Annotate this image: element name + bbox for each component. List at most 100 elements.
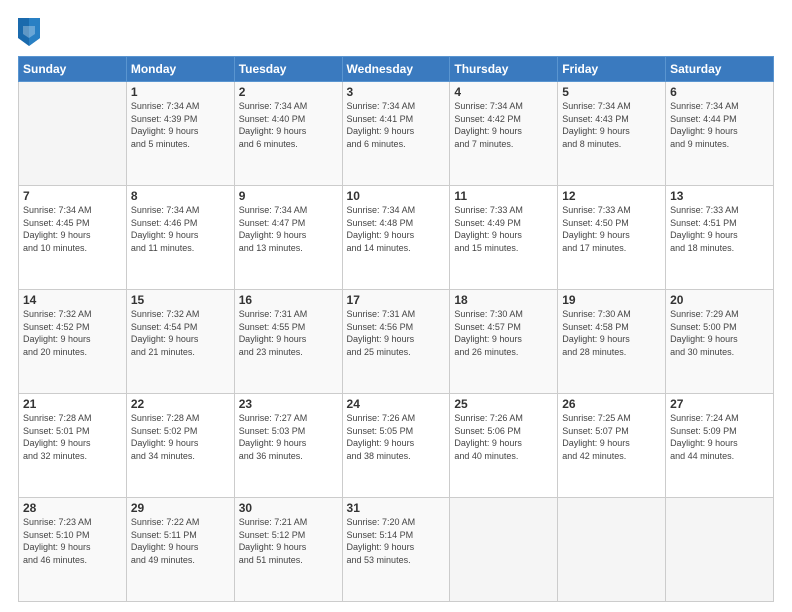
calendar-cell: 15Sunrise: 7:32 AM Sunset: 4:54 PM Dayli…: [126, 290, 234, 394]
calendar-cell: [19, 82, 127, 186]
day-info: Sunrise: 7:21 AM Sunset: 5:12 PM Dayligh…: [239, 516, 338, 566]
calendar-cell: 29Sunrise: 7:22 AM Sunset: 5:11 PM Dayli…: [126, 498, 234, 602]
day-number: 13: [670, 189, 769, 203]
page: SundayMondayTuesdayWednesdayThursdayFrid…: [0, 0, 792, 612]
day-number: 31: [347, 501, 446, 515]
day-number: 16: [239, 293, 338, 307]
calendar-cell: [558, 498, 666, 602]
day-info: Sunrise: 7:30 AM Sunset: 4:58 PM Dayligh…: [562, 308, 661, 358]
day-info: Sunrise: 7:26 AM Sunset: 5:06 PM Dayligh…: [454, 412, 553, 462]
weekday-header-wednesday: Wednesday: [342, 57, 450, 82]
day-number: 11: [454, 189, 553, 203]
calendar-cell: 23Sunrise: 7:27 AM Sunset: 5:03 PM Dayli…: [234, 394, 342, 498]
day-info: Sunrise: 7:34 AM Sunset: 4:39 PM Dayligh…: [131, 100, 230, 150]
calendar-cell: 12Sunrise: 7:33 AM Sunset: 4:50 PM Dayli…: [558, 186, 666, 290]
calendar-cell: 19Sunrise: 7:30 AM Sunset: 4:58 PM Dayli…: [558, 290, 666, 394]
day-info: Sunrise: 7:34 AM Sunset: 4:48 PM Dayligh…: [347, 204, 446, 254]
logo-icon: [18, 18, 40, 46]
day-info: Sunrise: 7:29 AM Sunset: 5:00 PM Dayligh…: [670, 308, 769, 358]
day-info: Sunrise: 7:33 AM Sunset: 4:51 PM Dayligh…: [670, 204, 769, 254]
day-number: 1: [131, 85, 230, 99]
calendar-cell: 25Sunrise: 7:26 AM Sunset: 5:06 PM Dayli…: [450, 394, 558, 498]
day-info: Sunrise: 7:32 AM Sunset: 4:54 PM Dayligh…: [131, 308, 230, 358]
calendar-cell: 7Sunrise: 7:34 AM Sunset: 4:45 PM Daylig…: [19, 186, 127, 290]
day-number: 18: [454, 293, 553, 307]
day-info: Sunrise: 7:34 AM Sunset: 4:40 PM Dayligh…: [239, 100, 338, 150]
weekday-header-friday: Friday: [558, 57, 666, 82]
calendar-cell: 4Sunrise: 7:34 AM Sunset: 4:42 PM Daylig…: [450, 82, 558, 186]
day-number: 26: [562, 397, 661, 411]
day-info: Sunrise: 7:33 AM Sunset: 4:50 PM Dayligh…: [562, 204, 661, 254]
weekday-header-tuesday: Tuesday: [234, 57, 342, 82]
day-number: 23: [239, 397, 338, 411]
day-number: 2: [239, 85, 338, 99]
day-number: 29: [131, 501, 230, 515]
day-number: 10: [347, 189, 446, 203]
calendar-cell: [450, 498, 558, 602]
calendar-cell: 6Sunrise: 7:34 AM Sunset: 4:44 PM Daylig…: [666, 82, 774, 186]
day-number: 14: [23, 293, 122, 307]
calendar-cell: 16Sunrise: 7:31 AM Sunset: 4:55 PM Dayli…: [234, 290, 342, 394]
header: [18, 18, 774, 46]
calendar-cell: 14Sunrise: 7:32 AM Sunset: 4:52 PM Dayli…: [19, 290, 127, 394]
calendar-cell: 3Sunrise: 7:34 AM Sunset: 4:41 PM Daylig…: [342, 82, 450, 186]
calendar-cell: 21Sunrise: 7:28 AM Sunset: 5:01 PM Dayli…: [19, 394, 127, 498]
calendar-table: SundayMondayTuesdayWednesdayThursdayFrid…: [18, 56, 774, 602]
calendar-cell: 10Sunrise: 7:34 AM Sunset: 4:48 PM Dayli…: [342, 186, 450, 290]
day-info: Sunrise: 7:28 AM Sunset: 5:02 PM Dayligh…: [131, 412, 230, 462]
day-info: Sunrise: 7:24 AM Sunset: 5:09 PM Dayligh…: [670, 412, 769, 462]
weekday-header-monday: Monday: [126, 57, 234, 82]
day-number: 8: [131, 189, 230, 203]
calendar-body: 1Sunrise: 7:34 AM Sunset: 4:39 PM Daylig…: [19, 82, 774, 602]
calendar-cell: 28Sunrise: 7:23 AM Sunset: 5:10 PM Dayli…: [19, 498, 127, 602]
day-number: 9: [239, 189, 338, 203]
day-info: Sunrise: 7:20 AM Sunset: 5:14 PM Dayligh…: [347, 516, 446, 566]
calendar-cell: 17Sunrise: 7:31 AM Sunset: 4:56 PM Dayli…: [342, 290, 450, 394]
week-row-5: 28Sunrise: 7:23 AM Sunset: 5:10 PM Dayli…: [19, 498, 774, 602]
day-info: Sunrise: 7:34 AM Sunset: 4:46 PM Dayligh…: [131, 204, 230, 254]
day-info: Sunrise: 7:33 AM Sunset: 4:49 PM Dayligh…: [454, 204, 553, 254]
calendar-cell: 2Sunrise: 7:34 AM Sunset: 4:40 PM Daylig…: [234, 82, 342, 186]
day-info: Sunrise: 7:34 AM Sunset: 4:41 PM Dayligh…: [347, 100, 446, 150]
day-number: 30: [239, 501, 338, 515]
day-number: 15: [131, 293, 230, 307]
day-info: Sunrise: 7:34 AM Sunset: 4:42 PM Dayligh…: [454, 100, 553, 150]
week-row-1: 1Sunrise: 7:34 AM Sunset: 4:39 PM Daylig…: [19, 82, 774, 186]
calendar-header: SundayMondayTuesdayWednesdayThursdayFrid…: [19, 57, 774, 82]
day-info: Sunrise: 7:34 AM Sunset: 4:44 PM Dayligh…: [670, 100, 769, 150]
day-info: Sunrise: 7:30 AM Sunset: 4:57 PM Dayligh…: [454, 308, 553, 358]
day-info: Sunrise: 7:25 AM Sunset: 5:07 PM Dayligh…: [562, 412, 661, 462]
weekday-header-thursday: Thursday: [450, 57, 558, 82]
week-row-3: 14Sunrise: 7:32 AM Sunset: 4:52 PM Dayli…: [19, 290, 774, 394]
weekday-row: SundayMondayTuesdayWednesdayThursdayFrid…: [19, 57, 774, 82]
calendar-cell: 27Sunrise: 7:24 AM Sunset: 5:09 PM Dayli…: [666, 394, 774, 498]
day-info: Sunrise: 7:32 AM Sunset: 4:52 PM Dayligh…: [23, 308, 122, 358]
calendar-cell: 30Sunrise: 7:21 AM Sunset: 5:12 PM Dayli…: [234, 498, 342, 602]
day-info: Sunrise: 7:34 AM Sunset: 4:45 PM Dayligh…: [23, 204, 122, 254]
calendar-cell: 24Sunrise: 7:26 AM Sunset: 5:05 PM Dayli…: [342, 394, 450, 498]
day-number: 5: [562, 85, 661, 99]
calendar-cell: [666, 498, 774, 602]
calendar-cell: 8Sunrise: 7:34 AM Sunset: 4:46 PM Daylig…: [126, 186, 234, 290]
day-number: 20: [670, 293, 769, 307]
day-number: 6: [670, 85, 769, 99]
day-info: Sunrise: 7:34 AM Sunset: 4:43 PM Dayligh…: [562, 100, 661, 150]
day-number: 7: [23, 189, 122, 203]
calendar-cell: 20Sunrise: 7:29 AM Sunset: 5:00 PM Dayli…: [666, 290, 774, 394]
day-number: 12: [562, 189, 661, 203]
calendar-cell: 26Sunrise: 7:25 AM Sunset: 5:07 PM Dayli…: [558, 394, 666, 498]
calendar-cell: 1Sunrise: 7:34 AM Sunset: 4:39 PM Daylig…: [126, 82, 234, 186]
day-info: Sunrise: 7:26 AM Sunset: 5:05 PM Dayligh…: [347, 412, 446, 462]
calendar-cell: 31Sunrise: 7:20 AM Sunset: 5:14 PM Dayli…: [342, 498, 450, 602]
day-info: Sunrise: 7:27 AM Sunset: 5:03 PM Dayligh…: [239, 412, 338, 462]
day-number: 3: [347, 85, 446, 99]
day-info: Sunrise: 7:31 AM Sunset: 4:55 PM Dayligh…: [239, 308, 338, 358]
day-number: 4: [454, 85, 553, 99]
day-info: Sunrise: 7:34 AM Sunset: 4:47 PM Dayligh…: [239, 204, 338, 254]
week-row-4: 21Sunrise: 7:28 AM Sunset: 5:01 PM Dayli…: [19, 394, 774, 498]
day-number: 24: [347, 397, 446, 411]
day-number: 27: [670, 397, 769, 411]
day-info: Sunrise: 7:23 AM Sunset: 5:10 PM Dayligh…: [23, 516, 122, 566]
day-number: 22: [131, 397, 230, 411]
day-info: Sunrise: 7:22 AM Sunset: 5:11 PM Dayligh…: [131, 516, 230, 566]
